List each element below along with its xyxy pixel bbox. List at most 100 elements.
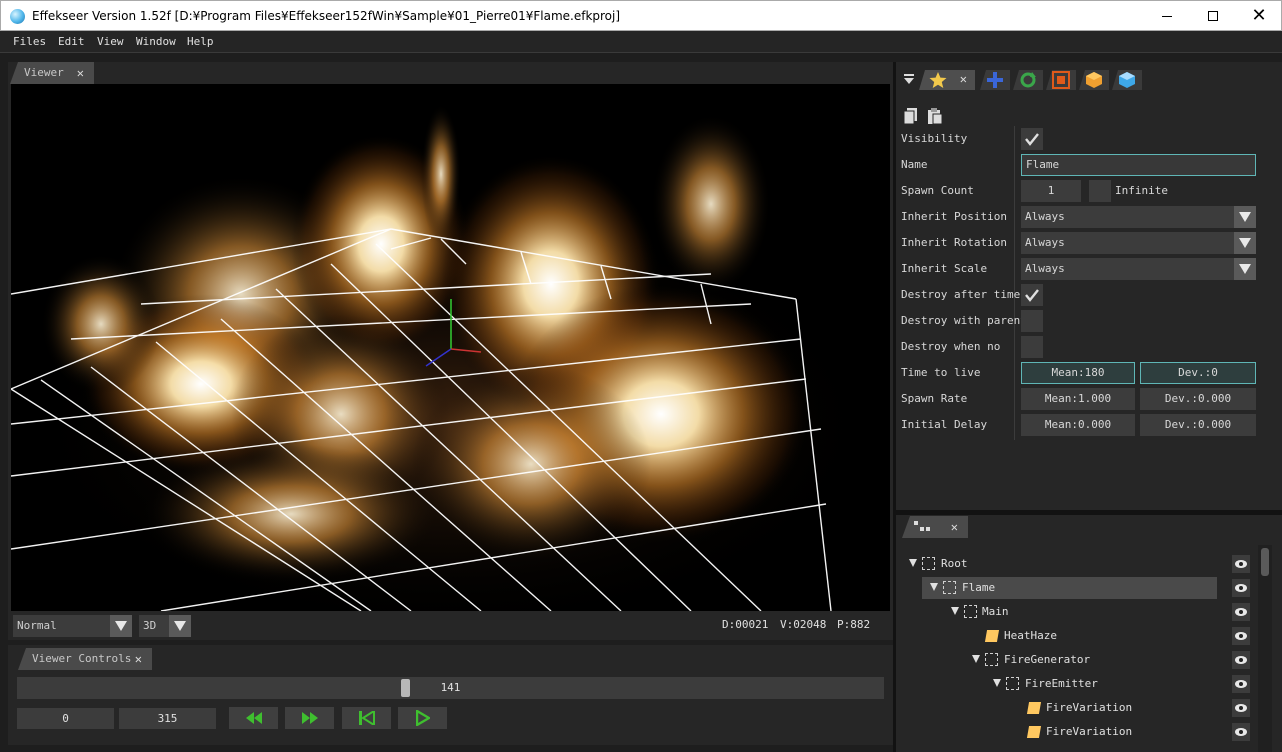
tree-node-firevariation[interactable]: FireVariation <box>896 721 1224 743</box>
destroy-after-time-checkbox[interactable] <box>1021 284 1043 306</box>
skip-to-start-icon <box>358 711 375 725</box>
node-tree-panel: ✕ Root Flame Main HeatHaze FireGenerator… <box>896 515 1282 752</box>
chevron-down-icon <box>1234 232 1256 254</box>
viewer-controls-panel: Viewer Controls ✕ 141 0 315 <box>8 645 893 745</box>
tree-node-heathaze[interactable]: HeatHaze <box>896 625 1224 647</box>
inherit-rotation-select[interactable]: Always <box>1021 232 1256 254</box>
maximize-button[interactable] <box>1190 1 1236 31</box>
menu-window[interactable]: Window <box>136 35 176 48</box>
rewind-button[interactable] <box>229 707 278 729</box>
close-tab-icon[interactable]: ✕ <box>135 648 142 670</box>
eye-icon[interactable] <box>1232 603 1250 621</box>
rotate-icon <box>1020 72 1036 88</box>
menu-files[interactable]: Files <box>13 35 46 48</box>
time-to-live-label: Time to live <box>901 366 981 379</box>
inherit-position-select[interactable]: Always <box>1021 206 1256 228</box>
menu-view[interactable]: View <box>97 35 124 48</box>
eye-icon[interactable] <box>1232 699 1250 717</box>
tree-node-label: FireEmitter <box>1025 677 1098 690</box>
tab-rotation[interactable] <box>1013 70 1043 90</box>
step-back-button[interactable] <box>342 707 391 729</box>
copy-icon[interactable] <box>904 108 918 124</box>
infinite-label: Infinite <box>1115 184 1168 197</box>
end-frame-input[interactable]: 315 <box>119 708 216 729</box>
scrollbar-thumb[interactable] <box>1261 548 1269 576</box>
destroy-when-no-checkbox[interactable] <box>1021 336 1043 358</box>
play-icon <box>415 710 430 726</box>
initial-delay-dev-input[interactable]: Dev.:0.000 <box>1140 414 1256 436</box>
inherit-position-value: Always <box>1025 210 1065 223</box>
tree-node-firegenerator[interactable]: FireGenerator <box>896 649 1224 671</box>
tree-node-flame[interactable]: Flame <box>922 577 1217 599</box>
3d-viewport[interactable] <box>11 84 890 611</box>
paste-icon[interactable] <box>928 108 942 124</box>
inherit-scale-label: Inherit Scale <box>901 262 988 275</box>
tab-generation[interactable] <box>1079 70 1109 90</box>
viewport-render <box>11 84 890 611</box>
infinite-checkbox[interactable] <box>1089 180 1111 202</box>
close-window-button[interactable]: ✕ <box>1236 1 1282 31</box>
expand-triangle-icon[interactable] <box>909 559 917 567</box>
spawn-rate-dev-input[interactable]: Dev.:0.000 <box>1140 388 1256 410</box>
panel-menu-icon[interactable] <box>904 74 914 84</box>
particle-count: P:882 <box>837 618 871 631</box>
window-titlebar: Effekseer Version 1.52f [D:¥Program File… <box>0 0 1282 31</box>
box-blue-icon <box>1119 72 1135 88</box>
name-input[interactable]: Flame <box>1021 154 1256 176</box>
tab-viewer-controls[interactable]: Viewer Controls ✕ <box>18 648 152 670</box>
tab-common[interactable]: ✕ <box>919 70 975 90</box>
close-tab-icon[interactable]: ✕ <box>951 516 958 538</box>
move-icon <box>987 72 1003 88</box>
tab-renderer[interactable] <box>1112 70 1142 90</box>
minimize-icon <box>1162 15 1172 17</box>
close-tab-icon[interactable]: ✕ <box>77 62 84 84</box>
destroy-with-parent-checkbox[interactable] <box>1021 310 1043 332</box>
expand-triangle-icon[interactable] <box>930 583 938 591</box>
fast-forward-button[interactable] <box>285 707 334 729</box>
tree-node-firevariation[interactable]: FireVariation <box>896 697 1224 719</box>
destroy-after-time-label: Destroy after time <box>901 288 1021 301</box>
node-icon <box>922 557 935 570</box>
play-button[interactable] <box>398 707 447 729</box>
menu-edit[interactable]: Edit <box>58 35 85 48</box>
initial-delay-mean-input[interactable]: Mean:0.000 <box>1021 414 1135 436</box>
current-frame: 141 <box>440 681 461 694</box>
spawn-rate-mean-input[interactable]: Mean:1.000 <box>1021 388 1135 410</box>
menu-help[interactable]: Help <box>187 35 214 48</box>
eye-icon[interactable] <box>1232 579 1250 597</box>
eye-icon[interactable] <box>1232 651 1250 669</box>
close-icon: ✕ <box>1251 5 1267 26</box>
eye-icon[interactable] <box>1232 627 1250 645</box>
eye-icon[interactable] <box>1232 723 1250 741</box>
close-tab-icon[interactable]: ✕ <box>960 72 967 86</box>
view-mode-select[interactable]: 3D <box>139 615 191 637</box>
time-to-live-mean-input[interactable]: Mean:180 <box>1021 362 1135 384</box>
tree-scrollbar[interactable] <box>1258 545 1272 752</box>
node-icon <box>1006 677 1019 690</box>
eye-icon[interactable] <box>1232 555 1250 573</box>
render-mode-select[interactable]: Normal <box>13 615 132 637</box>
minimize-button[interactable] <box>1144 1 1190 31</box>
expand-triangle-icon[interactable] <box>993 679 1001 687</box>
start-frame-input[interactable]: 0 <box>17 708 114 729</box>
time-to-live-dev-input[interactable]: Dev.:0 <box>1140 362 1256 384</box>
spawn-count-input[interactable]: 1 <box>1021 180 1081 202</box>
expand-triangle-icon[interactable] <box>951 607 959 615</box>
tab-position[interactable] <box>980 70 1010 90</box>
tree-node-root[interactable]: Root <box>896 553 1224 575</box>
chevron-down-icon <box>1234 206 1256 228</box>
tree-node-label: FireVariation <box>1046 701 1133 714</box>
frame-slider[interactable]: 141 <box>17 677 884 699</box>
inherit-scale-select[interactable]: Always <box>1021 258 1256 280</box>
expand-triangle-icon[interactable] <box>972 655 980 663</box>
chevron-down-icon <box>169 615 191 637</box>
tree-node-main[interactable]: Main <box>896 601 1224 623</box>
tree-node-fireemitter[interactable]: FireEmitter <box>896 673 1224 695</box>
box-orange-icon <box>1086 72 1102 88</box>
tree-node-label: FireGenerator <box>1004 653 1091 666</box>
tab-node-tree[interactable]: ✕ <box>902 516 968 538</box>
tab-viewer[interactable]: Viewer ✕ <box>10 62 94 84</box>
visibility-checkbox[interactable] <box>1021 128 1043 150</box>
tab-scale[interactable] <box>1046 70 1076 90</box>
eye-icon[interactable] <box>1232 675 1250 693</box>
